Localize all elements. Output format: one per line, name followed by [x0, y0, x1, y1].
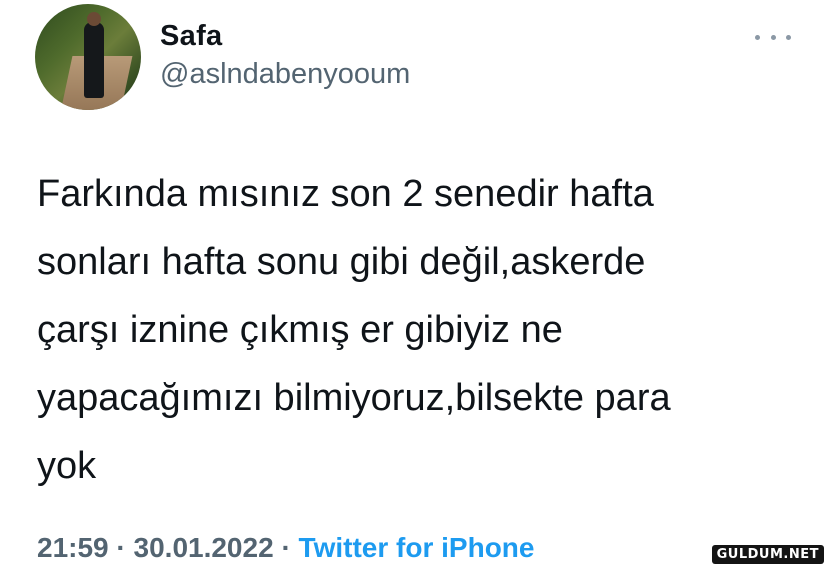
tweet-source-link[interactable]: Twitter for iPhone — [299, 532, 535, 563]
meta-separator: · — [116, 532, 134, 563]
tweet-metadata: 21:59 · 30.01.2022 · Twitter for iPhone — [37, 532, 534, 564]
tweet-text: Farkında mısınız son 2 senedir hafta son… — [37, 173, 671, 487]
display-name[interactable]: Safa — [160, 20, 222, 53]
avatar-person-figure — [84, 22, 104, 98]
more-dot — [786, 34, 791, 40]
meta-separator: · — [281, 532, 299, 563]
tweet-date[interactable]: 30.01.2022 — [134, 532, 274, 563]
avatar-person-head — [87, 12, 101, 26]
avatar[interactable] — [35, 4, 141, 110]
watermark-logo: GULDUM.NET — [711, 545, 824, 564]
more-options-icon[interactable] — [755, 30, 791, 44]
more-dot — [755, 34, 760, 40]
user-handle[interactable]: @aslndabenyooum — [160, 58, 410, 91]
tweet-time[interactable]: 21:59 — [37, 532, 109, 563]
more-dot — [770, 34, 776, 40]
